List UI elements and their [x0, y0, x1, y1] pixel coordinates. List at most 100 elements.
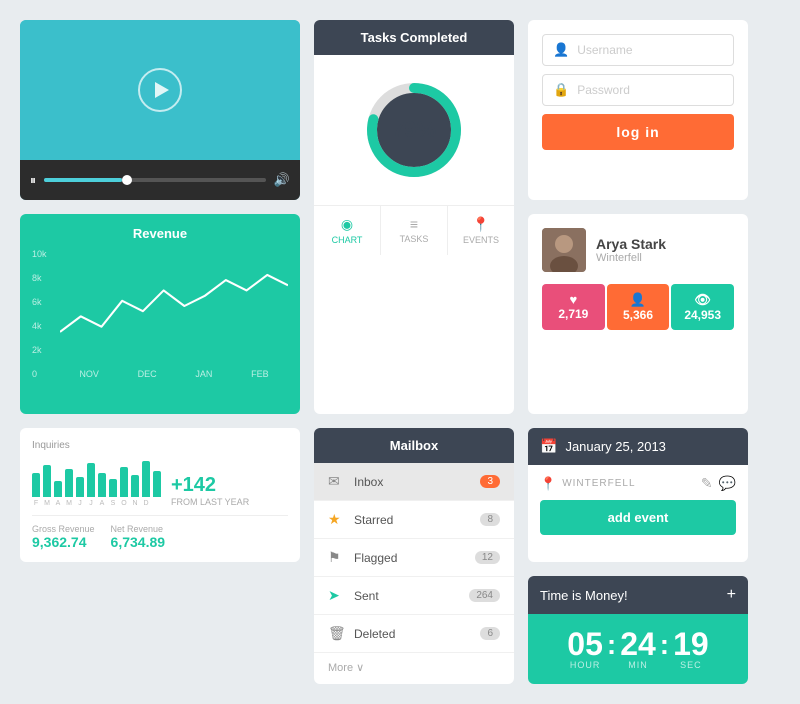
- bar-item: [153, 471, 161, 497]
- mail-starred[interactable]: ★ Starred 8: [314, 501, 514, 539]
- views-stat[interactable]: 👁 24,953: [671, 284, 734, 330]
- inquiry-stat-block: +142 FROM LAST YEAR: [171, 474, 249, 507]
- gross-revenue-label: Gross Revenue: [32, 524, 95, 534]
- password-field[interactable]: 🔒 Password: [542, 74, 734, 106]
- views-icon: 👁: [675, 292, 730, 308]
- edit-icon[interactable]: ✎: [701, 475, 713, 492]
- hours-label: HOUR: [567, 660, 603, 670]
- inquiry-stat: +142: [171, 474, 249, 497]
- avatar-image: [542, 228, 586, 272]
- inquiry-row: F M A M J J A S O N D +142 FROM LAST YEA…: [32, 457, 288, 507]
- flagged-badge: 12: [475, 551, 500, 564]
- mail-deleted[interactable]: 🗑 Deleted 6: [314, 615, 514, 653]
- gross-revenue: Gross Revenue 9,362.74: [32, 524, 95, 550]
- views-count: 24,953: [675, 308, 730, 322]
- minutes-label: MIN: [620, 660, 656, 670]
- donut-container: 79%: [314, 55, 514, 205]
- gross-revenue-value: 9,362.74: [32, 534, 95, 550]
- chart-tab-label: CHART: [332, 235, 363, 245]
- flagged-label: Flagged: [354, 551, 475, 565]
- username-placeholder: Username: [577, 43, 632, 57]
- volume-icon[interactable]: 🔊: [274, 172, 290, 188]
- tab-chart[interactable]: ◉ CHART: [314, 206, 381, 255]
- starred-label: Starred: [354, 513, 480, 527]
- minutes-value: 24: [620, 628, 656, 660]
- location-pin-icon: 📍: [540, 476, 556, 492]
- starred-badge: 8: [480, 513, 500, 526]
- deleted-badge: 6: [480, 627, 500, 640]
- mail-flagged[interactable]: ⚑ Flagged 12: [314, 539, 514, 577]
- username-field[interactable]: 👤 Username: [542, 34, 734, 66]
- video-progress-bar[interactable]: [44, 178, 266, 182]
- timer-title: Time is Money!: [540, 588, 628, 603]
- tasks-card: Tasks Completed 79% ◉ CHART ≡ TASKS: [314, 20, 514, 414]
- flagged-icon: ⚑: [328, 549, 344, 566]
- mail-inbox[interactable]: ✉ Inbox 3: [314, 463, 514, 501]
- revenue-chart: Revenue 10k 8k 6k 4k 2k 0 NOV DEC JAN FE…: [20, 214, 300, 414]
- chat-icon[interactable]: 💬: [719, 475, 736, 492]
- sent-icon: ➤: [328, 587, 344, 604]
- event-location-row: 📍 WINTERFELL ✎ 💬: [540, 475, 736, 492]
- login-button[interactable]: log in: [542, 114, 734, 150]
- profile-text: Arya Stark Winterfell: [596, 236, 666, 264]
- bar-item: [43, 465, 51, 497]
- profile-stats: ♥ 2,719 👤 5,366 👁 24,953: [542, 284, 734, 330]
- progress-fill: [44, 178, 122, 182]
- pause-button[interactable]: ⏸: [30, 173, 36, 188]
- deleted-icon: 🗑: [328, 625, 344, 642]
- timer-plus-button[interactable]: +: [727, 586, 736, 604]
- profile-subtitle: Winterfell: [596, 252, 666, 264]
- inquiry-sub-label: FROM LAST YEAR: [171, 497, 249, 507]
- revenue-row: Gross Revenue 9,362.74 Net Revenue 6,734…: [32, 515, 288, 550]
- timer-sep-1: :: [607, 629, 616, 661]
- play-button[interactable]: [138, 68, 182, 112]
- tab-tasks[interactable]: ≡ TASKS: [381, 206, 448, 255]
- bar-item: [142, 461, 150, 497]
- chart-title: Revenue: [32, 226, 288, 241]
- likes-stat[interactable]: ♥ 2,719: [542, 284, 605, 330]
- hours-value: 05: [567, 628, 603, 660]
- followers-count: 5,366: [611, 308, 666, 322]
- avatar: [542, 228, 586, 272]
- bar-item: [120, 467, 128, 497]
- likes-count: 2,719: [546, 307, 601, 321]
- mail-sent[interactable]: ➤ Sent 264: [314, 577, 514, 615]
- mailbox-header: Mailbox: [314, 428, 514, 463]
- progress-dot: [122, 175, 132, 185]
- inbox-icon: ✉: [328, 473, 344, 490]
- hours-block: 05 HOUR: [567, 628, 603, 670]
- donut-percent-label: 79%: [392, 117, 436, 143]
- sent-badge: 264: [469, 589, 500, 602]
- event-date: January 25, 2013: [565, 439, 665, 454]
- timer-body: 05 HOUR : 24 MIN : 19 SEC: [528, 614, 748, 684]
- net-revenue-label: Net Revenue: [111, 524, 166, 534]
- calendar-icon: 📅: [540, 438, 557, 455]
- bar-item: [65, 469, 73, 497]
- inquiries-section: Inquiries F: [20, 428, 300, 562]
- bar-item: [98, 473, 106, 497]
- mailbox-more[interactable]: More ∨: [314, 653, 514, 682]
- tasks-header: Tasks Completed: [314, 20, 514, 55]
- timer-card: Time is Money! + 05 HOUR : 24 MIN : 19 S…: [528, 576, 748, 684]
- net-revenue: Net Revenue 6,734.89: [111, 524, 166, 550]
- event-body: 📍 WINTERFELL ✎ 💬 add event: [528, 465, 748, 545]
- event-actions: ✎ 💬: [701, 475, 736, 492]
- seconds-label: SEC: [673, 660, 709, 670]
- inbox-badge: 3: [480, 475, 500, 488]
- sent-label: Sent: [354, 589, 469, 603]
- bar-item: [76, 477, 84, 497]
- bar-chart: F M A M J J A S O N D: [32, 457, 161, 507]
- bar-item: [54, 481, 62, 497]
- percent-symbol: %: [416, 117, 436, 142]
- percent-value: 79: [392, 117, 416, 142]
- bar-item: [131, 475, 139, 497]
- followers-stat[interactable]: 👤 5,366: [607, 284, 670, 330]
- tasks-tabs: ◉ CHART ≡ TASKS 📍 EVENTS: [314, 205, 514, 255]
- timer-header: Time is Money! +: [528, 576, 748, 614]
- tab-events[interactable]: 📍 EVENTS: [448, 206, 514, 255]
- add-event-button[interactable]: add event: [540, 500, 736, 535]
- video-player: ⏸ 🔊: [20, 20, 300, 200]
- tasks-tab-label: TASKS: [400, 234, 429, 244]
- tasks-tab-icon: ≡: [385, 216, 443, 232]
- profile-card: Arya Stark Winterfell ♥ 2,719 👤 5,366 👁 …: [528, 214, 748, 414]
